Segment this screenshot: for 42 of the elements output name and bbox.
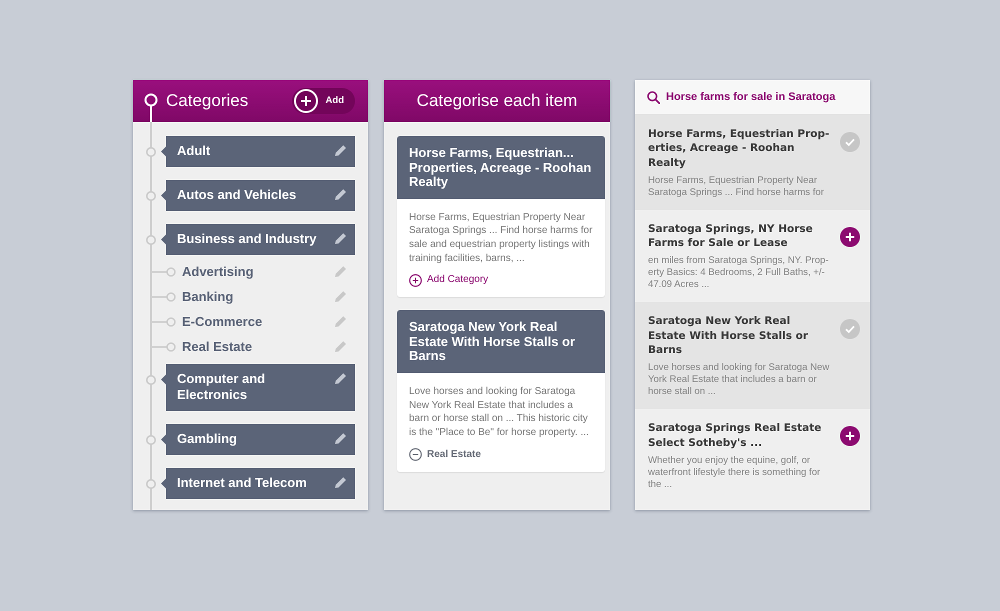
plus-circle-icon[interactable] xyxy=(840,426,860,446)
subcategory-item[interactable]: Banking xyxy=(182,286,234,306)
pencil-icon[interactable] xyxy=(335,433,346,444)
card-title: Horse Farms, Equestrian... Properties, Acreage - Roohan Realty xyxy=(397,136,605,198)
search-field[interactable]: Horse farms for sale in Saratoga xyxy=(635,80,870,115)
card-title: Saratoga New York Real Estate With Horse Stalls or Barns xyxy=(397,310,605,373)
category-item[interactable]: Business and Industry xyxy=(161,224,355,255)
check-circle-icon[interactable] xyxy=(840,132,860,152)
category-item[interactable]: Gambling xyxy=(161,424,355,455)
category-tag[interactable]: Real Estate xyxy=(409,448,481,462)
card-snippet: Horse Farms, Equestrian Property Near Saratoga Springs ... Find horse harms for sale and equestrian property listings with training facilities, barns, ... xyxy=(409,210,593,266)
search-icon xyxy=(647,90,660,104)
subcategory-item[interactable]: E-Commerce xyxy=(182,312,262,332)
subcategory-item[interactable]: Real Estate xyxy=(182,336,252,356)
plus-circle-icon xyxy=(409,274,422,287)
pencil-icon[interactable] xyxy=(335,189,346,200)
card-snippet: Love horses and looking for Saratoga New York Real Estate that includes a barn or horse stall on ... This historic city is the "Place to Be" for horse property. ... xyxy=(409,384,590,440)
result-snippet: en miles from Saratoga Springs, NY. Prop-erty Basics: 4 Bedrooms, 2 Full Baths, +/- 47.09 Acres ... xyxy=(648,255,830,292)
plus-circle-icon[interactable] xyxy=(840,226,860,247)
category-item[interactable]: Computer and Electronics xyxy=(161,364,355,411)
subcategory-item[interactable]: Advertising xyxy=(182,262,254,282)
category-item[interactable]: Adult xyxy=(161,136,355,167)
check-circle-icon[interactable] xyxy=(840,319,860,340)
pencil-icon[interactable] xyxy=(335,145,346,156)
result-snippet: Horse Farms, Equestrian Property Near Saratoga Springs ... Find horse harms for xyxy=(648,174,825,199)
pencil-icon[interactable] xyxy=(335,233,346,244)
category-item[interactable]: Internet and Telecom xyxy=(161,468,355,499)
pencil-icon[interactable] xyxy=(335,477,346,488)
result-title: Saratoga Springs, NY Horse Farms for Sale or Lease xyxy=(648,222,814,250)
add-category-link[interactable]: Add Category xyxy=(409,273,488,288)
result-snippet: Love horses and looking for Saratoga New York Real Estate that includes a barn or horse stall on ... xyxy=(648,362,830,398)
result-snippet: Whether you enjoy the equine, golf, or waterfront lifestyle there is something for the ... xyxy=(648,454,822,491)
minus-circle-icon xyxy=(409,448,422,462)
result-title: Horse Farms, Equestrian Prop-erties, Acreage - Roohan Realty xyxy=(648,127,830,170)
pencil-icon[interactable] xyxy=(335,373,346,384)
add-button[interactable]: Add xyxy=(292,88,355,114)
panel-title: Categorise each item xyxy=(416,91,578,111)
category-item[interactable]: Autos and Vehicles xyxy=(161,180,355,211)
plus-circle-icon xyxy=(294,89,318,113)
panel-title: Categories xyxy=(166,91,248,111)
result-title: Saratoga Springs Real Estate Select Sotheby's ... xyxy=(648,421,822,450)
result-title: Saratoga New York Real Estate With Horse Stalls or Barns xyxy=(648,314,810,358)
